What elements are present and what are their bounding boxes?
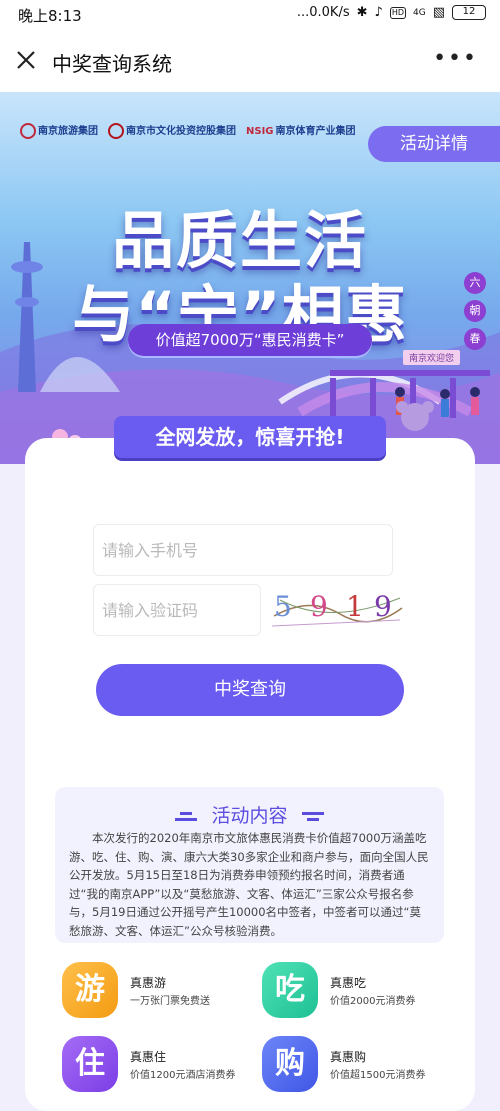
activity-title: 活动内容 <box>211 805 288 827</box>
category-desc: 价值2000元消费券 <box>330 996 416 1007</box>
captcha-char: 9 <box>374 590 392 623</box>
category-title: 真惠游 <box>130 976 167 990</box>
category-title: 真惠吃 <box>330 976 367 990</box>
sponsor-sports: NSIG 南京体育产业集团 <box>246 126 356 137</box>
captcha-char: 1 <box>346 590 364 623</box>
close-icon[interactable] <box>14 48 38 72</box>
value-ribbon: 价值超7000万“惠民消费卡” <box>128 324 372 356</box>
zhu-icon: 住 <box>62 1036 118 1092</box>
chi-icon: 吃 <box>262 962 318 1018</box>
page-title: 中奖查询系统 <box>52 52 172 76</box>
captcha-char: 5 <box>274 590 292 623</box>
seal-char: 春 <box>464 328 486 350</box>
seal-char: 朝 <box>464 300 486 322</box>
status-time: 晚上8:13 <box>18 7 82 25</box>
activity-heading: 活动内容 <box>55 801 444 828</box>
you-icon: 游 <box>62 962 118 1018</box>
category-title: 真惠住 <box>130 1050 167 1064</box>
activity-details-button[interactable]: 活动详情 <box>368 126 500 162</box>
nav-bar: 中奖查询系统 ••• <box>0 28 500 92</box>
seal-char: 六 <box>464 272 486 294</box>
category-title: 真惠购 <box>330 1050 367 1064</box>
sponsor-culture: 南京市文化投资控股集团 <box>108 122 236 139</box>
promo-banner: 南京旅游集团 南京市文化投资控股集团 NSIG 南京体育产业集团 活动详情 品质生… <box>0 92 500 464</box>
status-bar: 晚上8:13 ...0.0K/s ✱ ♪ HD 4G ▧ 12 <box>0 0 500 28</box>
verification-code-input[interactable]: 请输入验证码 <box>93 584 261 636</box>
category-you[interactable]: 游 真惠游 一万张门票免费送 <box>62 962 262 1018</box>
category-desc: 一万张门票免费送 <box>130 996 210 1007</box>
category-gou[interactable]: 购 真惠购 价值超1500元消费券 <box>262 1036 462 1092</box>
battery-icon: 12 <box>452 5 486 20</box>
more-menu-icon[interactable]: ••• <box>433 46 478 71</box>
scene-sign: 南京欢迎您 <box>402 350 460 365</box>
signal-label: 4G <box>413 7 426 18</box>
captcha-image[interactable]: 5 9 1 9 <box>270 586 406 634</box>
category-chi[interactable]: 吃 真惠吃 价值2000元消费券 <box>262 962 462 1018</box>
category-zhu[interactable]: 住 真惠住 价值1200元酒店消费券 <box>62 1036 262 1092</box>
gou-icon: 购 <box>262 1036 318 1092</box>
activity-panel: 活动内容 本次发行的2020年南京市文旅体惠民消费卡价值超7000万涵盖吃游、吃… <box>55 787 444 943</box>
category-desc: 价值1200元酒店消费券 <box>130 1070 236 1081</box>
mute-bell-icon: ♪ <box>374 5 383 20</box>
network-speed: ...0.0K/s <box>296 5 350 20</box>
hd-icon: HD <box>389 6 406 19</box>
title-bars-left-icon <box>175 809 198 824</box>
slogan-badge: 全网发放，惊喜开抢! <box>114 416 386 458</box>
captcha-char: 9 <box>310 590 328 623</box>
category-desc: 价值超1500元消费券 <box>330 1070 426 1081</box>
query-submit-button[interactable]: 中奖查询 <box>96 664 404 716</box>
title-bars-right-icon <box>301 809 324 824</box>
activity-description: 本次发行的2020年南京市文旅体惠民消费卡价值超7000万涵盖吃游、吃、住、购、… <box>69 831 429 938</box>
signal-icon: ▧ <box>432 5 445 20</box>
side-seal: 六 朝 春 <box>464 272 486 350</box>
sponsor-tourism: 南京旅游集团 <box>20 122 98 139</box>
sponsor-logos: 南京旅游集团 南京市文化投资控股集团 NSIG 南京体育产业集团 <box>20 122 356 139</box>
phone-input[interactable]: 请输入手机号 <box>93 524 393 576</box>
bluetooth-icon: ✱ <box>356 5 368 20</box>
status-icons: ...0.0K/s ✱ ♪ HD 4G ▧ 12 <box>297 5 486 20</box>
